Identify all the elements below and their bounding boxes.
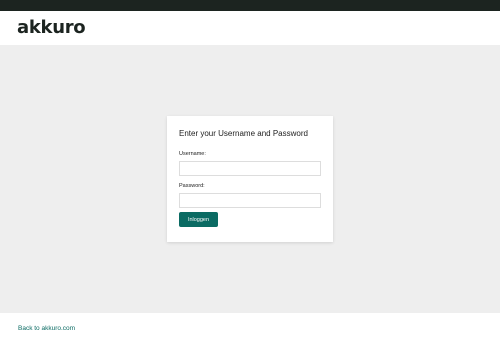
footer: Back to akkuro.com (0, 313, 500, 348)
login-card: Enter your Username and Password Usernam… (167, 116, 333, 242)
login-button[interactable]: Inloggen (179, 212, 218, 227)
main-area: Enter your Username and Password Usernam… (0, 45, 500, 313)
back-to-akkuro-link[interactable]: Back to akkuro.com (18, 325, 75, 332)
login-title: Enter your Username and Password (179, 129, 308, 138)
password-label: Password: (179, 183, 205, 189)
header: akkuro (0, 11, 500, 45)
username-input[interactable] (179, 161, 321, 176)
top-bar (0, 0, 500, 11)
akkuro-logo[interactable]: akkuro (17, 17, 86, 38)
password-input[interactable] (179, 193, 321, 208)
username-label: Username: (179, 151, 206, 157)
